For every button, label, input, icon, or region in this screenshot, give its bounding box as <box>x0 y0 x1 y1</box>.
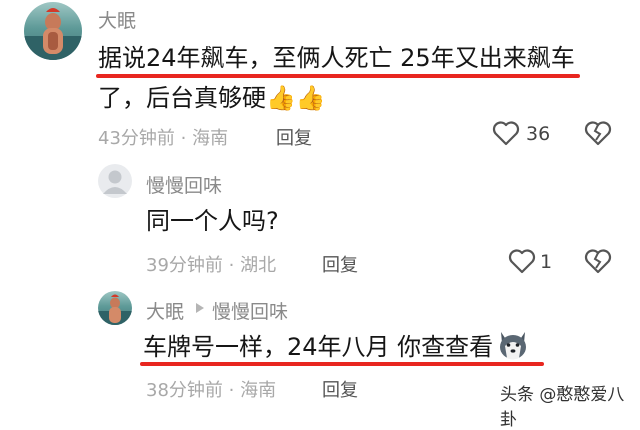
reply-username[interactable]: 慢慢回味 <box>146 171 222 198</box>
avatar-image <box>98 294 132 325</box>
comment-text-line2-text: 了，后台真够硬 <box>98 84 266 112</box>
broken-heart-icon <box>584 249 612 274</box>
like-button[interactable] <box>492 120 520 150</box>
like-count: 36 <box>526 123 551 145</box>
like-button[interactable] <box>508 248 536 278</box>
reply-text: 同一个人吗? <box>146 207 279 235</box>
reply-meta: 38分钟前 · 海南 <box>146 380 277 401</box>
comment-text-line1: 据说24年飙车，至俩人死亡 25年又出来飙车 <box>98 44 575 72</box>
like-count: 1 <box>540 251 553 273</box>
comment-meta: 43分钟前 · 海南 <box>98 128 229 149</box>
comment-username[interactable]: 大眠 <box>98 6 136 33</box>
reply-username[interactable]: 大眠 <box>146 297 184 324</box>
reply-avatar[interactable] <box>98 291 132 325</box>
husky-emoji <box>496 328 530 366</box>
avatar[interactable] <box>24 2 82 60</box>
reply-button[interactable]: 回复 <box>322 251 358 277</box>
reply-button[interactable]: 回复 <box>276 124 312 150</box>
dislike-button[interactable] <box>584 248 612 278</box>
watermark: 头条 @憨憨爱八卦 <box>500 385 625 430</box>
underline-highlight <box>96 74 580 78</box>
broken-heart-icon <box>584 121 612 146</box>
reply-button[interactable]: 回复 <box>322 376 358 402</box>
heart-icon <box>508 249 536 274</box>
heart-icon <box>492 121 520 146</box>
reply-meta: 39分钟前 · 湖北 <box>146 255 277 276</box>
comment-text-line2: 了，后台真够硬👍👍 <box>98 81 326 115</box>
avatar-image <box>24 8 82 60</box>
reply-text: 车牌号一样，24年八月 你查查看 <box>143 330 493 364</box>
reply-to-username[interactable]: 慢慢回味 <box>212 297 288 324</box>
dislike-button[interactable] <box>584 120 612 150</box>
reply-arrow-icon <box>193 300 207 320</box>
underline-highlight <box>140 362 544 366</box>
thumbs-up-emoji: 👍👍 <box>266 84 326 112</box>
reply-text-content: 车牌号一样，24年八月 你查查看 <box>143 333 494 361</box>
default-avatar-icon <box>103 170 127 194</box>
reply-avatar[interactable] <box>98 164 132 198</box>
